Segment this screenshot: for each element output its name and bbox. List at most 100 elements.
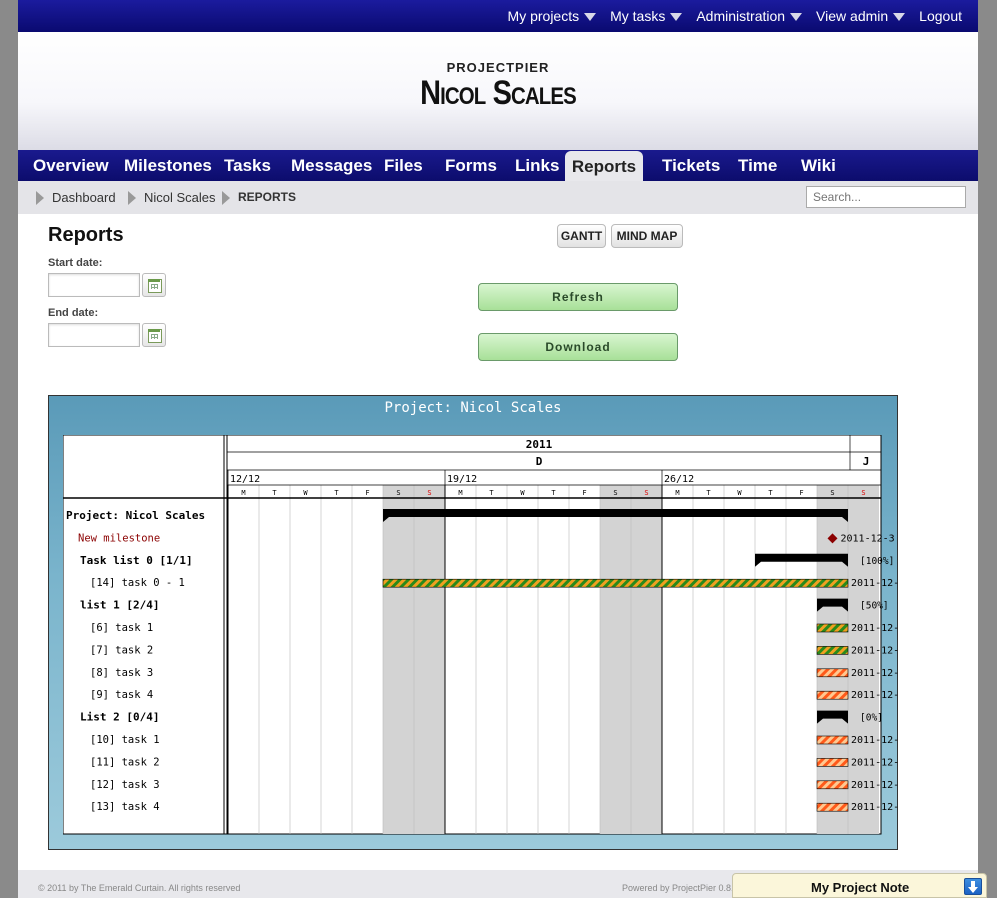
weekend-column xyxy=(414,485,445,834)
administration-menu[interactable]: Administration xyxy=(696,8,803,24)
gantt-day-letter: M xyxy=(675,489,679,497)
task-bar xyxy=(816,646,849,655)
tab-files[interactable]: Files xyxy=(384,150,423,181)
gantt-day-letter: S xyxy=(427,489,431,497)
gantt-week-label: 26/12 xyxy=(664,474,694,485)
menu-label: Logout xyxy=(919,8,962,24)
tab-reports[interactable]: Reports xyxy=(565,151,643,181)
weekend-column xyxy=(600,485,631,834)
gantt-day-letter: M xyxy=(458,489,462,497)
project-note-title: My Project Note xyxy=(811,880,910,895)
mind-map-button[interactable]: MIND MAP xyxy=(611,224,683,248)
gantt-row-label: [10] task 1 xyxy=(90,734,160,746)
gantt-title: Project: Nicol Scales xyxy=(384,400,562,416)
gantt-day-letter: S xyxy=(644,489,648,497)
tab-bar: Overview Milestones Tasks Messages Files… xyxy=(18,150,978,181)
start-date-calendar-button[interactable] xyxy=(142,273,166,297)
gantt-month-next: J xyxy=(863,455,870,468)
breadcrumb-label: REPORTS xyxy=(238,190,297,204)
refresh-button[interactable]: Refresh xyxy=(478,283,678,311)
caret-down-icon xyxy=(584,13,597,21)
gantt-bar-caption: [0%] xyxy=(860,713,883,724)
page-title: Reports xyxy=(48,224,124,246)
project-note-panel[interactable]: My Project Note xyxy=(732,873,987,898)
tab-wiki[interactable]: Wiki xyxy=(801,150,836,181)
breadcrumb-label: Nicol Scales xyxy=(144,190,216,205)
tab-milestones[interactable]: Milestones xyxy=(124,150,212,181)
gantt-day-letter: M xyxy=(241,489,245,497)
gantt-day-letter: F xyxy=(582,489,586,497)
menu-label: Administration xyxy=(696,8,786,24)
weekend-column xyxy=(631,485,662,834)
tab-messages[interactable]: Messages xyxy=(291,150,372,181)
gantt-grid-background xyxy=(63,435,882,835)
gantt-row-label: [8] task 3 xyxy=(90,667,153,679)
tab-tasks[interactable]: Tasks xyxy=(224,150,271,181)
task-bar xyxy=(816,735,849,745)
top-nav-bar: My projects My tasks Administration View… xyxy=(18,0,978,32)
breadcrumb-current: REPORTS xyxy=(222,181,296,214)
gantt-day-letter: S xyxy=(613,489,617,497)
gantt-day-letter: F xyxy=(365,489,369,497)
menu-label: My projects xyxy=(507,8,580,24)
gantt-row-label: [14] task 0 - 1 xyxy=(90,577,185,589)
gantt-row-label: [9] task 4 xyxy=(90,689,153,701)
task-bar xyxy=(816,623,849,633)
chevron-right-icon xyxy=(128,190,136,205)
copyright-text: © 2011 by The Emerald Curtain. All right… xyxy=(38,883,241,893)
top-menu: My projects My tasks Administration View… xyxy=(494,0,962,32)
my-tasks-menu[interactable]: My tasks xyxy=(610,8,683,24)
gantt-row-label: Project: Nicol Scales xyxy=(66,509,205,522)
gantt-month: D xyxy=(536,455,543,468)
tab-overview[interactable]: Overview xyxy=(33,150,109,181)
tab-links[interactable]: Links xyxy=(515,150,559,181)
task-bar xyxy=(816,690,849,700)
gantt-year: 2011 xyxy=(526,438,553,451)
weekend-column xyxy=(383,485,414,834)
page: My projects My tasks Administration View… xyxy=(18,0,978,898)
logout-link[interactable]: Logout xyxy=(919,8,962,24)
tab-forms[interactable]: Forms xyxy=(445,150,497,181)
tab-tickets[interactable]: Tickets xyxy=(662,150,720,181)
chevron-right-icon xyxy=(222,190,230,205)
gantt-row-label: New milestone xyxy=(78,532,160,544)
caret-down-icon xyxy=(893,13,906,21)
end-date-calendar-button[interactable] xyxy=(142,323,166,347)
breadcrumb-dashboard[interactable]: Dashboard xyxy=(36,181,116,214)
gantt-week-label: 12/12 xyxy=(230,474,260,485)
tab-time[interactable]: Time xyxy=(738,150,777,181)
chevron-right-icon xyxy=(36,190,44,205)
gantt-row-label: List 2 [0/4] xyxy=(80,711,159,724)
my-projects-menu[interactable]: My projects xyxy=(508,8,597,24)
menu-label: My tasks xyxy=(610,8,666,24)
search-input[interactable] xyxy=(806,186,966,208)
task-bar xyxy=(816,780,849,790)
task-bar xyxy=(382,578,849,588)
start-date-label: Start date: xyxy=(48,257,103,269)
task-bar xyxy=(816,758,849,767)
gantt-chart: 2011 D J 12/12 19/12 26/12 MTWTFSSMTWTFS… xyxy=(63,435,899,835)
gantt-row-label: list 1 [2/4] xyxy=(80,599,159,612)
powered-by-text: Powered by ProjectPier 0.8. xyxy=(622,883,734,893)
calendar-icon xyxy=(148,329,162,343)
gantt-button[interactable]: GANTT xyxy=(557,224,606,248)
end-date-input[interactable] xyxy=(48,323,140,347)
caret-down-icon xyxy=(790,13,803,21)
end-date-label: End date: xyxy=(48,307,99,319)
task-bar xyxy=(816,668,849,678)
menu-label: View admin xyxy=(816,8,889,24)
download-arrow-icon[interactable] xyxy=(964,878,982,895)
gantt-day-letter: S xyxy=(396,489,400,497)
project-title: Nicol Scales xyxy=(420,74,577,112)
gantt-day-letter: F xyxy=(799,489,803,497)
breadcrumb-project[interactable]: Nicol Scales xyxy=(128,181,216,214)
download-button[interactable]: Download xyxy=(478,333,678,361)
view-admin-menu[interactable]: View admin xyxy=(816,8,906,24)
start-date-input[interactable] xyxy=(48,273,140,297)
gantt-row-label: [7] task 2 xyxy=(90,644,153,656)
gantt-row-label: [12] task 3 xyxy=(90,779,160,791)
caret-down-icon xyxy=(670,13,683,21)
gantt-row-label: [6] task 1 xyxy=(90,622,153,634)
gantt-row-label: [13] task 4 xyxy=(90,801,160,813)
breadcrumb-label: Dashboard xyxy=(52,190,116,205)
